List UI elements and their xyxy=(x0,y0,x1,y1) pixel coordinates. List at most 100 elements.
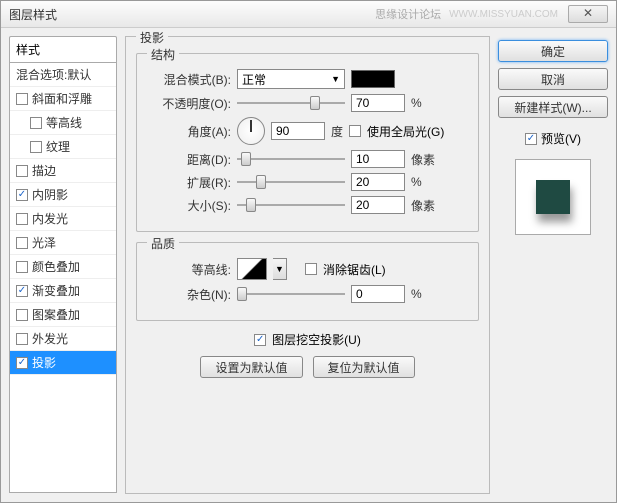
contour-label: 等高线: xyxy=(149,261,231,278)
sidebar-item-label: 投影 xyxy=(32,354,56,371)
sidebar-item-blend-options[interactable]: 混合选项:默认 xyxy=(10,63,116,87)
preview-checkbox[interactable] xyxy=(525,133,537,145)
global-light-checkbox[interactable] xyxy=(349,125,361,137)
contour-dropdown[interactable]: ▼ xyxy=(273,258,287,280)
preview-label: 预览(V) xyxy=(541,130,581,147)
distance-label: 距离(D): xyxy=(149,151,231,168)
distance-slider[interactable] xyxy=(237,151,345,167)
right-panel: 确定 取消 新建样式(W)... 预览(V) xyxy=(498,36,608,494)
make-default-button[interactable]: 设置为默认值 xyxy=(200,356,302,378)
settings-panel: 投影 结构 混合模式(B): 正常 ▼ 不透明度(O): xyxy=(125,36,490,494)
size-input[interactable]: 20 xyxy=(351,196,405,214)
style-checkbox[interactable] xyxy=(16,189,28,201)
style-checkbox[interactable] xyxy=(30,117,42,129)
preview-swatch xyxy=(536,180,570,214)
panel-outer: 投影 结构 混合模式(B): 正常 ▼ 不透明度(O): xyxy=(125,36,490,494)
panel-title: 投影 xyxy=(136,29,168,46)
close-button[interactable]: ✕ xyxy=(568,5,608,23)
angle-label: 角度(A): xyxy=(149,123,231,140)
noise-unit: % xyxy=(411,287,422,301)
sidebar-item[interactable]: 等高线 xyxy=(10,111,116,135)
blend-mode-select[interactable]: 正常 ▼ xyxy=(237,69,345,89)
sidebar-item-label: 描边 xyxy=(32,162,56,179)
watermark-url: WWW.MISSYUAN.COM xyxy=(449,9,558,20)
spread-input[interactable]: 20 xyxy=(351,173,405,191)
sidebar-item[interactable]: 内阴影 xyxy=(10,183,116,207)
distance-input[interactable]: 10 xyxy=(351,150,405,168)
opacity-unit: % xyxy=(411,96,422,110)
blend-mode-label: 混合模式(B): xyxy=(149,71,231,88)
knockout-label: 图层挖空投影(U) xyxy=(272,331,361,348)
antialias-label: 消除锯齿(L) xyxy=(323,261,386,278)
spread-unit: % xyxy=(411,175,422,189)
antialias-checkbox[interactable] xyxy=(305,263,317,275)
style-checkbox[interactable] xyxy=(16,165,28,177)
style-checkbox[interactable] xyxy=(16,213,28,225)
sidebar-item-label: 外发光 xyxy=(32,330,68,347)
style-checkbox[interactable] xyxy=(16,285,28,297)
style-checkbox[interactable] xyxy=(16,237,28,249)
sidebar-item[interactable]: 图案叠加 xyxy=(10,303,116,327)
sidebar-item-label: 内发光 xyxy=(32,210,68,227)
noise-label: 杂色(N): xyxy=(149,286,231,303)
sidebar-item[interactable]: 光泽 xyxy=(10,231,116,255)
window-title: 图层样式 xyxy=(9,6,375,23)
angle-dial[interactable] xyxy=(237,117,265,145)
style-checkbox[interactable] xyxy=(16,93,28,105)
watermark-text: 思缘设计论坛 xyxy=(375,6,441,22)
close-icon: ✕ xyxy=(583,6,593,20)
size-label: 大小(S): xyxy=(149,197,231,214)
style-checkbox[interactable] xyxy=(16,261,28,273)
style-checkbox[interactable] xyxy=(30,141,42,153)
spread-slider[interactable] xyxy=(237,174,345,190)
sidebar-item-label: 图案叠加 xyxy=(32,306,80,323)
structure-legend: 结构 xyxy=(147,46,179,63)
quality-legend: 品质 xyxy=(147,235,179,252)
structure-group: 结构 混合模式(B): 正常 ▼ 不透明度(O): 70 % xyxy=(136,53,479,232)
size-unit: 像素 xyxy=(411,197,435,214)
sidebar-item[interactable]: 投影 xyxy=(10,351,116,375)
opacity-input[interactable]: 70 xyxy=(351,94,405,112)
sidebar-item-label: 颜色叠加 xyxy=(32,258,80,275)
angle-unit: 度 xyxy=(331,123,343,140)
new-style-button[interactable]: 新建样式(W)... xyxy=(498,96,608,118)
sidebar-item[interactable]: 颜色叠加 xyxy=(10,255,116,279)
quality-group: 品质 等高线: ▼ 消除锯齿(L) 杂色(N): 0 % xyxy=(136,242,479,321)
sidebar-item-label: 光泽 xyxy=(32,234,56,251)
sidebar-item[interactable]: 渐变叠加 xyxy=(10,279,116,303)
noise-slider[interactable] xyxy=(237,286,345,302)
ok-button[interactable]: 确定 xyxy=(498,40,608,62)
styles-sidebar: 样式 混合选项:默认 斜面和浮雕等高线纹理描边内阴影内发光光泽颜色叠加渐变叠加图… xyxy=(9,36,117,494)
sidebar-item[interactable]: 内发光 xyxy=(10,207,116,231)
size-slider[interactable] xyxy=(237,197,345,213)
noise-input[interactable]: 0 xyxy=(351,285,405,303)
sidebar-item[interactable]: 纹理 xyxy=(10,135,116,159)
sidebar-item-label: 内阴影 xyxy=(32,186,68,203)
sidebar-item[interactable]: 斜面和浮雕 xyxy=(10,87,116,111)
sidebar-header[interactable]: 样式 xyxy=(9,36,117,63)
style-checkbox[interactable] xyxy=(16,357,28,369)
contour-picker[interactable] xyxy=(237,258,267,280)
sidebar-item[interactable]: 描边 xyxy=(10,159,116,183)
sidebar-item-label: 等高线 xyxy=(46,114,82,131)
styles-list: 混合选项:默认 斜面和浮雕等高线纹理描边内阴影内发光光泽颜色叠加渐变叠加图案叠加… xyxy=(9,63,117,493)
layer-style-dialog: 图层样式 思缘设计论坛 WWW.MISSYUAN.COM ✕ 样式 混合选项:默… xyxy=(0,0,617,503)
cancel-button[interactable]: 取消 xyxy=(498,68,608,90)
sidebar-item[interactable]: 外发光 xyxy=(10,327,116,351)
style-checkbox[interactable] xyxy=(16,333,28,345)
titlebar[interactable]: 图层样式 思缘设计论坛 WWW.MISSYUAN.COM ✕ xyxy=(1,1,616,28)
angle-input[interactable]: 90 xyxy=(271,122,325,140)
opacity-label: 不透明度(O): xyxy=(149,95,231,112)
global-light-label: 使用全局光(G) xyxy=(367,123,444,140)
sidebar-item-label: 斜面和浮雕 xyxy=(32,90,92,107)
preview-thumbnail xyxy=(515,159,591,235)
shadow-color-swatch[interactable] xyxy=(351,70,395,88)
sidebar-item-label: 纹理 xyxy=(46,138,70,155)
knockout-checkbox[interactable] xyxy=(254,334,266,346)
chevron-down-icon: ▼ xyxy=(331,74,340,84)
opacity-slider[interactable] xyxy=(237,95,345,111)
distance-unit: 像素 xyxy=(411,151,435,168)
sidebar-item-label: 渐变叠加 xyxy=(32,282,80,299)
reset-default-button[interactable]: 复位为默认值 xyxy=(313,356,415,378)
style-checkbox[interactable] xyxy=(16,309,28,321)
